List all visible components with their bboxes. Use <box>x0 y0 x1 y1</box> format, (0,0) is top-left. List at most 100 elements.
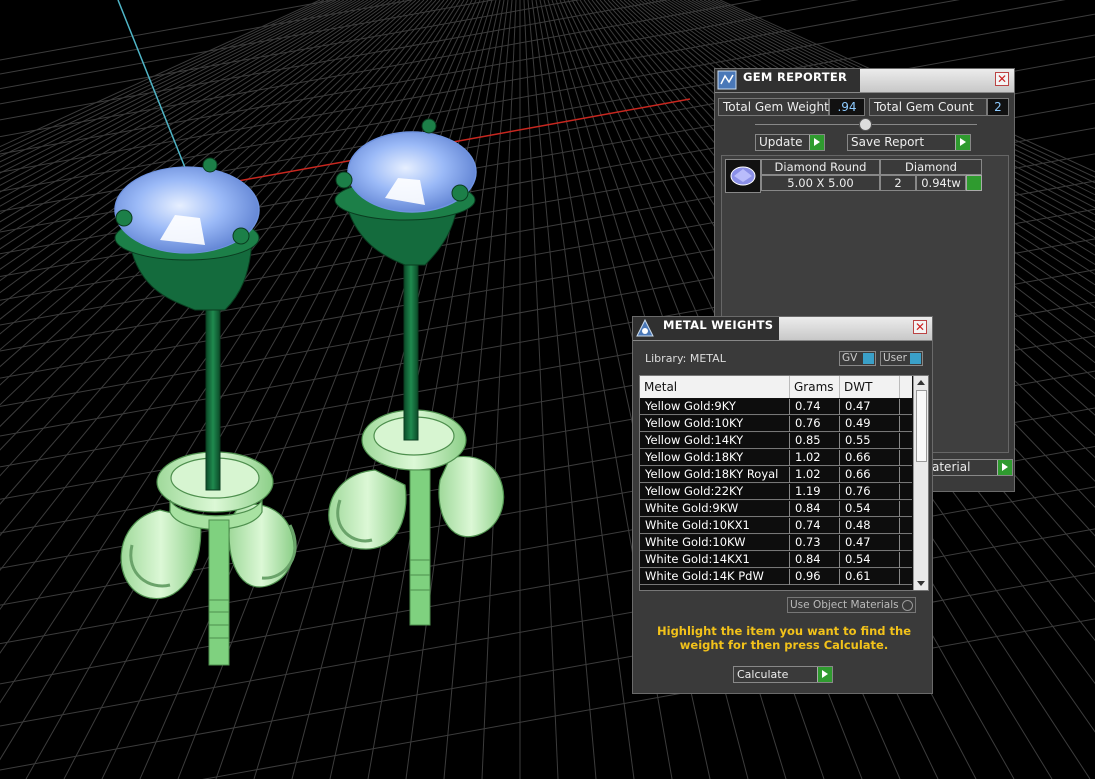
scroll-down-icon[interactable] <box>917 581 925 586</box>
table-row[interactable]: Yellow Gold:22KY 1.19 0.76 <box>640 484 912 500</box>
metal-weights-icon <box>636 318 654 337</box>
metal-cell-grams: 0.85 <box>790 433 840 449</box>
material-button-label: aterial <box>932 460 971 474</box>
column-header-grams[interactable]: Grams <box>790 376 840 398</box>
metal-weights-titlebar[interactable]: METAL WEIGHTS ✕ <box>633 317 932 341</box>
column-header-dwt[interactable]: DWT <box>840 376 900 398</box>
table-row[interactable]: Yellow Gold:10KY 0.76 0.49 <box>640 416 912 432</box>
save-report-button[interactable]: Save Report <box>847 134 971 151</box>
metal-cell-grams: 0.84 <box>790 501 840 517</box>
diamond-round-icon <box>725 159 761 193</box>
metal-cell-grams: 1.02 <box>790 450 840 466</box>
metal-weights-close-icon[interactable]: ✕ <box>913 320 927 334</box>
metal-cell-dwt: 0.54 <box>840 501 900 517</box>
gem-weight: 0.94tw <box>916 175 966 191</box>
metal-cell-dwt: 0.76 <box>840 484 900 500</box>
gem-reporter-icon <box>717 70 737 90</box>
metal-cell-metal: Yellow Gold:9KY <box>640 399 790 415</box>
calculate-button[interactable]: Calculate <box>733 666 833 683</box>
gv-toggle-indicator <box>863 353 874 364</box>
earring-left[interactable] <box>114 157 297 666</box>
metal-cell-metal: Yellow Gold:14KY <box>640 433 790 449</box>
metal-table-header: Metal Grams DWT <box>640 376 912 398</box>
table-row[interactable]: White Gold:10KX1 0.74 0.48 <box>640 518 912 534</box>
total-gem-weight-label: Total Gem Weight <box>718 98 829 116</box>
metal-cell-grams: 0.74 <box>790 518 840 534</box>
splitter-knob-icon[interactable] <box>859 118 872 131</box>
metal-table[interactable]: Metal Grams DWT Yellow Gold:9KY 0.74 0.47 Y… <box>639 375 929 591</box>
table-row[interactable]: Yellow Gold:18KY 1.02 0.66 <box>640 450 912 466</box>
update-button-label: Update <box>759 135 803 149</box>
gem-count: 2 <box>880 175 916 191</box>
table-row[interactable]: White Gold:10KW 0.73 0.47 <box>640 535 912 551</box>
use-object-materials-label: Use Object Materials <box>790 599 899 611</box>
metal-cell-metal: Yellow Gold:10KY <box>640 416 790 432</box>
gem-material: Diamond <box>880 159 982 175</box>
metal-cell-dwt: 0.55 <box>840 433 900 449</box>
metal-cell-dwt: 0.48 <box>840 518 900 534</box>
table-row[interactable]: Yellow Gold:9KY 0.74 0.47 <box>640 399 912 415</box>
library-label: Library: METAL <box>645 352 726 365</box>
post-left <box>205 299 221 491</box>
gem-reporter-titlebar[interactable]: GEM REPORTER ✕ <box>715 69 1014 93</box>
gem-item[interactable]: Diamond Round Diamond 5.00 X 5.00 2 0.94… <box>725 159 985 193</box>
table-row[interactable]: White Gold:14K PdW 0.96 0.61 <box>640 569 912 585</box>
metal-cell-metal: Yellow Gold:18KY Royal <box>640 467 790 483</box>
gv-toggle[interactable]: GV <box>839 351 876 366</box>
use-object-materials-indicator <box>902 600 913 611</box>
total-gem-count-label: Total Gem Count <box>869 98 987 116</box>
metal-cell-dwt: 0.66 <box>840 467 900 483</box>
calculate-go-icon <box>817 667 832 682</box>
table-row[interactable]: White Gold:9KW 0.84 0.54 <box>640 501 912 517</box>
metal-cell-metal: White Gold:9KW <box>640 501 790 517</box>
metal-cell-dwt: 0.47 <box>840 399 900 415</box>
metal-cell-dwt: 0.61 <box>840 569 900 585</box>
gem-go-icon[interactable] <box>966 175 982 191</box>
column-header-metal[interactable]: Metal <box>640 376 790 398</box>
metal-cell-grams: 0.74 <box>790 399 840 415</box>
material-go-icon <box>997 460 1012 475</box>
gem-size: 5.00 X 5.00 <box>761 175 880 191</box>
user-toggle[interactable]: User <box>880 351 923 366</box>
post-right <box>403 264 419 441</box>
scroll-up-icon[interactable] <box>917 380 925 385</box>
gem-shape: Diamond Round <box>761 159 880 175</box>
table-row[interactable]: White Gold:14KX1 0.84 0.54 <box>640 552 912 568</box>
metal-cell-dwt: 0.47 <box>840 535 900 551</box>
metal-cell-metal: White Gold:14K PdW <box>640 569 790 585</box>
metal-cell-metal: White Gold:14KX1 <box>640 552 790 568</box>
total-gem-count-value: 2 <box>987 98 1009 116</box>
user-toggle-label: User <box>883 352 907 364</box>
post-right-lower <box>409 469 431 626</box>
user-toggle-indicator <box>910 353 921 364</box>
metal-cell-grams: 0.73 <box>790 535 840 551</box>
metal-cell-dwt: 0.49 <box>840 416 900 432</box>
gem-reporter-title: GEM REPORTER <box>743 70 848 84</box>
metal-weights-title: METAL WEIGHTS <box>663 318 774 332</box>
metal-cell-grams: 0.76 <box>790 416 840 432</box>
scroll-thumb[interactable] <box>916 390 927 462</box>
metal-cell-metal: White Gold:10KX1 <box>640 518 790 534</box>
table-row[interactable]: Yellow Gold:18KY Royal 1.02 0.66 <box>640 467 912 483</box>
material-button[interactable]: aterial <box>929 459 1013 476</box>
metal-cell-dwt: 0.54 <box>840 552 900 568</box>
post-left-lower <box>208 519 230 666</box>
gem-reporter-close-icon[interactable]: ✕ <box>995 72 1009 86</box>
metal-cell-grams: 0.84 <box>790 552 840 568</box>
calculate-button-label: Calculate <box>737 668 789 681</box>
metal-weights-panel: METAL WEIGHTS ✕ Library: METAL GV User M… <box>632 316 933 694</box>
metal-cell-grams: 1.02 <box>790 467 840 483</box>
metal-table-scrollbar[interactable] <box>913 376 928 590</box>
metal-cell-dwt: 0.66 <box>840 450 900 466</box>
update-go-icon <box>809 135 824 150</box>
update-button[interactable]: Update <box>755 134 825 151</box>
save-report-go-icon <box>955 135 970 150</box>
metal-cell-grams: 1.19 <box>790 484 840 500</box>
table-row[interactable]: Yellow Gold:14KY 0.85 0.55 <box>640 433 912 449</box>
metal-cell-metal: Yellow Gold:22KY <box>640 484 790 500</box>
save-report-button-label: Save Report <box>851 135 925 149</box>
total-gem-weight-value: .94 <box>829 98 865 116</box>
metal-cell-metal: Yellow Gold:18KY <box>640 450 790 466</box>
instruction-text: Highlight the item you want to find the … <box>657 624 911 652</box>
use-object-materials-toggle[interactable]: Use Object Materials <box>787 597 916 613</box>
